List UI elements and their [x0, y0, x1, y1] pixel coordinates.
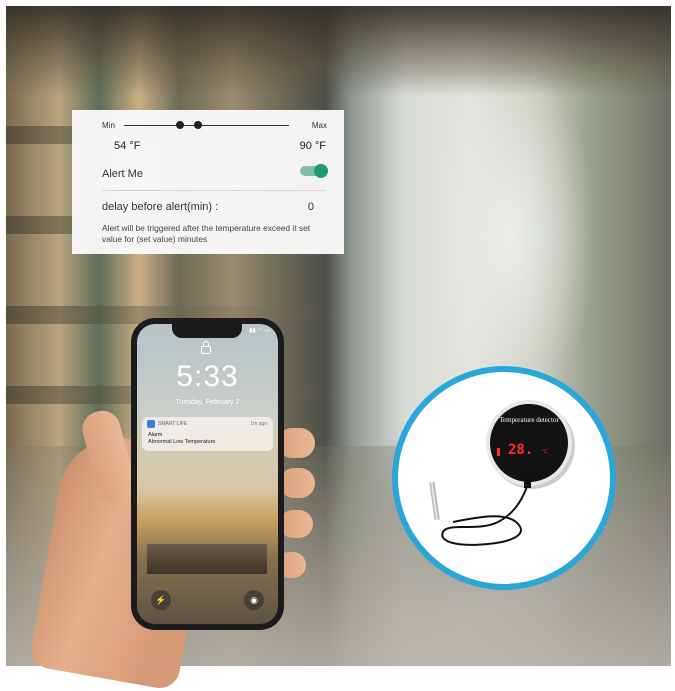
pier-wallpaper	[147, 544, 267, 574]
alert-me-label: Alert Me	[102, 168, 143, 180]
app-icon	[147, 420, 155, 428]
lock-date: Tuesday, February 2	[175, 399, 240, 406]
delay-row[interactable]: delay before alert(min) : 0	[102, 201, 314, 213]
notification-time: 1m ago	[250, 421, 267, 427]
lock-time: 5:33	[176, 360, 239, 393]
min-slider-handle[interactable]	[176, 121, 184, 129]
max-label: Max	[311, 121, 327, 130]
alert-settings-card: Min Max 54 °F 90 °F Alert Me delay befor…	[72, 110, 344, 254]
notification-app: SMART LIFE	[158, 421, 188, 427]
divider	[102, 190, 326, 191]
probe-cable	[441, 472, 531, 546]
min-label: Min	[102, 121, 115, 130]
unlock-icon	[201, 341, 211, 354]
smartphone: ▮▮ ◠ ▭ 5:33 Tuesday, February 2 SMART LI…	[131, 318, 284, 630]
delay-label: delay before alert(min) :	[102, 201, 219, 213]
notification-title: Alarm	[148, 432, 163, 438]
toggle-thumb	[314, 164, 328, 178]
phone-notch	[172, 324, 242, 338]
store-ceiling	[6, 6, 671, 96]
alert-me-toggle[interactable]	[300, 164, 328, 178]
lock-screen: ▮▮ ◠ ▭ 5:33 Tuesday, February 2 SMART LI…	[137, 324, 278, 624]
status-bar: ▮▮ ◠ ▭	[249, 328, 270, 334]
alarm-notification[interactable]: SMART LIFE 1m ago Alarm Abnormal Low Tem…	[142, 417, 273, 451]
device-highlight-circle: Temperature detector 28. °C	[392, 366, 616, 590]
max-value: 90 °F	[299, 140, 326, 152]
finger	[279, 468, 315, 498]
notification-body: Abnormal Low Temperature	[148, 439, 216, 445]
alert-note: Alert will be triggered after the temper…	[102, 223, 311, 244]
flashlight-icon[interactable]: ⚡	[151, 590, 171, 610]
alert-me-row: Alert Me	[102, 164, 328, 180]
temperature-range-slider[interactable]	[124, 121, 289, 129]
finger	[279, 510, 313, 538]
camera-icon[interactable]: ◉	[244, 590, 264, 610]
max-slider-handle[interactable]	[194, 121, 202, 129]
delay-value[interactable]: 0	[308, 201, 314, 213]
min-value: 54 °F	[114, 140, 141, 152]
range-values: 54 °F 90 °F	[114, 140, 326, 152]
